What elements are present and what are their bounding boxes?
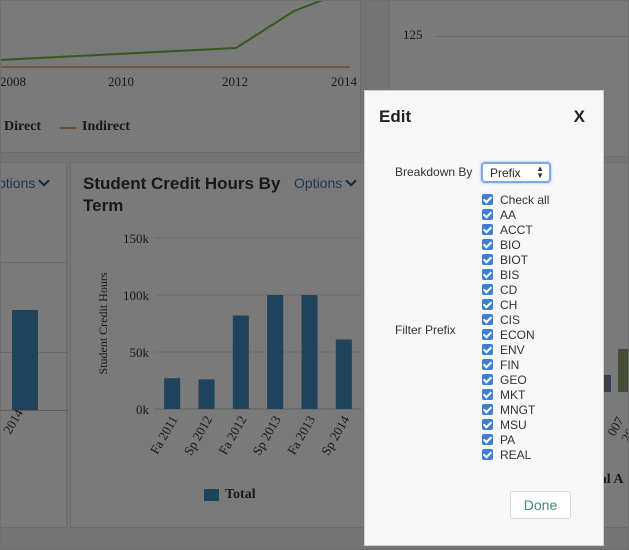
dashboard-root: 2008 2010 2012 2014 Direct Indirect 125 … (0, 0, 629, 550)
prefix-label: GEO (500, 372, 527, 387)
prefix-label: AA (500, 207, 517, 222)
prefix-checkbox-aa[interactable] (482, 209, 493, 220)
prefix-label: CH (500, 297, 518, 312)
prefix-label: MNGT (500, 402, 536, 417)
prefix-row-econ[interactable]: ECON (482, 327, 549, 342)
prefix-row-bis[interactable]: BIS (482, 267, 549, 282)
prefix-checkbox-bis[interactable] (482, 269, 493, 280)
filter-prefix-label: Filter Prefix (395, 323, 456, 337)
check-all-row[interactable]: Check all (482, 192, 549, 207)
prefix-label: REAL (500, 447, 532, 462)
prefix-label: PA (500, 432, 516, 447)
modal-title: Edit (379, 107, 412, 126)
prefix-row-acct[interactable]: ACCT (482, 222, 549, 237)
prefix-label: CIS (500, 312, 521, 327)
prefix-row-msu[interactable]: MSU (482, 417, 549, 432)
prefix-checkbox-mkt[interactable] (482, 389, 493, 400)
prefix-row-env[interactable]: ENV (482, 342, 549, 357)
prefix-checkbox-bio[interactable] (482, 239, 493, 250)
prefix-label: BIS (500, 267, 520, 282)
prefix-rows: AA ACCT BIO BIOT BIS CD CH CIS ECON ENV FIN GEO MKT M… (482, 207, 549, 462)
prefix-label: MSU (500, 417, 527, 432)
prefix-checkbox-biot[interactable] (482, 254, 493, 265)
prefix-label: ENV (500, 342, 525, 357)
prefix-checkbox-mngt[interactable] (482, 404, 493, 415)
edit-modal: Edit X Breakdown By Prefix ▲ ▼ Filter Pre… (364, 90, 604, 546)
prefix-label: CD (500, 282, 518, 297)
select-arrows-icon: ▲ ▼ (536, 164, 544, 180)
prefix-row-biot[interactable]: BIOT (482, 252, 549, 267)
breakdown-select[interactable]: Prefix ▲ ▼ (481, 162, 551, 183)
close-button[interactable]: X (574, 107, 585, 127)
prefix-checkbox-ch[interactable] (482, 299, 493, 310)
prefix-label: BIOT (500, 252, 529, 267)
prefix-checkbox-msu[interactable] (482, 419, 493, 430)
prefix-checkbox-cd[interactable] (482, 284, 493, 295)
prefix-label: ACCT (500, 222, 533, 237)
prefix-row-bio[interactable]: BIO (482, 237, 549, 252)
prefix-row-pa[interactable]: PA (482, 432, 549, 447)
prefix-row-real[interactable]: REAL (482, 447, 549, 462)
prefix-label: FIN (500, 357, 520, 372)
prefix-row-geo[interactable]: GEO (482, 372, 549, 387)
prefix-checkbox-fin[interactable] (482, 359, 493, 370)
prefix-checkbox-real[interactable] (482, 449, 493, 460)
prefix-row-mngt[interactable]: MNGT (482, 402, 549, 417)
prefix-checkbox-cis[interactable] (482, 314, 493, 325)
check-all-checkbox[interactable] (482, 194, 493, 205)
prefix-checkbox-env[interactable] (482, 344, 493, 355)
prefix-checkbox-acct[interactable] (482, 224, 493, 235)
breakdown-value: Prefix (490, 166, 521, 180)
prefix-checkbox-geo[interactable] (482, 374, 493, 385)
breakdown-label: Breakdown By (395, 165, 473, 179)
prefix-row-cis[interactable]: CIS (482, 312, 549, 327)
prefix-row-cd[interactable]: CD (482, 282, 549, 297)
prefix-label: MKT (500, 387, 526, 402)
done-button[interactable]: Done (510, 491, 571, 519)
prefix-checkbox-list: Check all AA ACCT BIO BIOT BIS CD CH CIS ECON ENV… (482, 192, 549, 462)
prefix-row-fin[interactable]: FIN (482, 357, 549, 372)
check-all-label: Check all (500, 192, 550, 207)
prefix-checkbox-econ[interactable] (482, 329, 493, 340)
prefix-label: BIO (500, 237, 521, 252)
prefix-label: ECON (500, 327, 535, 342)
prefix-checkbox-pa[interactable] (482, 434, 493, 445)
prefix-row-ch[interactable]: CH (482, 297, 549, 312)
prefix-row-aa[interactable]: AA (482, 207, 549, 222)
prefix-row-mkt[interactable]: MKT (482, 387, 549, 402)
